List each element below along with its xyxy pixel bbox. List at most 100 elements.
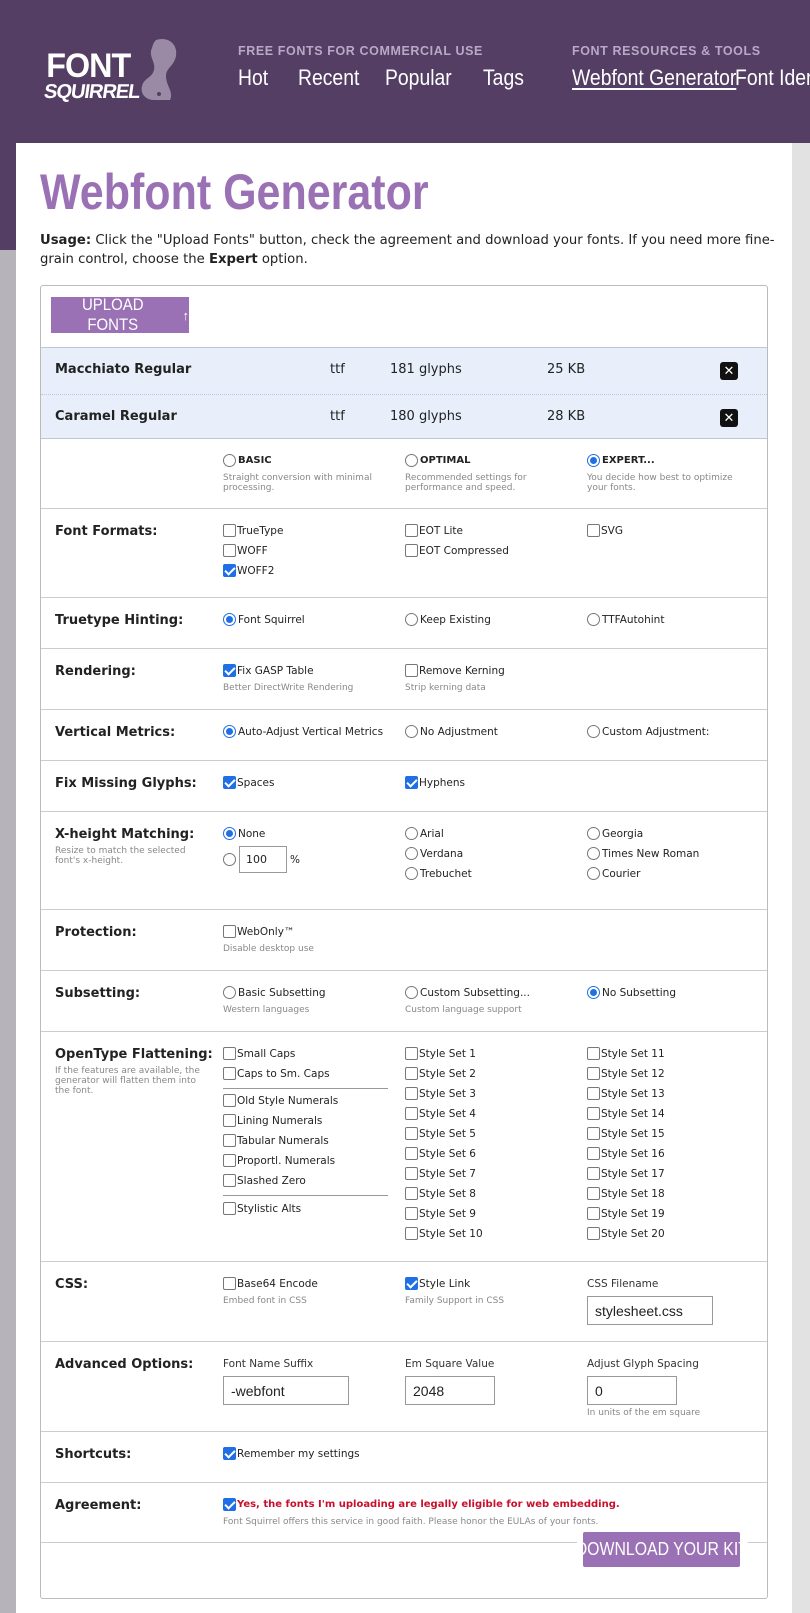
glyph-spacing-input[interactable]: 0 [587,1376,677,1405]
nav-link-popular[interactable]: Popular [385,65,452,91]
proportional-numerals-checkbox[interactable]: Proportl. Numerals [223,1154,335,1167]
spaces-checkbox[interactable]: Spaces [223,776,274,789]
divider [223,1088,388,1089]
nav-link-hot[interactable]: Hot [238,65,268,91]
opentype-flattening-row: OpenType Flattening: If the features are… [41,1032,767,1262]
style-set-checkbox[interactable]: Style Set 15 [587,1127,665,1140]
style-set-checkbox[interactable]: Style Set 17 [587,1167,665,1180]
stylistic-alts-checkbox[interactable]: Stylistic Alts [223,1202,301,1215]
style-set-checkbox[interactable]: Style Set 12 [587,1067,665,1080]
font-squirrel-logo[interactable]: FONT SQUIRREL [42,34,177,106]
format-svg-checkbox[interactable]: SVG [587,524,623,537]
format-truetype-checkbox[interactable]: TrueType [223,524,283,537]
xheight-value-input[interactable]: 100 [239,846,287,873]
radio-button[interactable] [587,454,600,467]
xheight-courier-radio[interactable]: Courier [587,867,640,880]
nav-link-webfont-generator[interactable]: Webfont Generator [572,65,736,91]
custom-subsetting-radio[interactable]: Custom Subsetting... [405,986,530,999]
style-set-checkbox[interactable]: Style Set 6 [405,1147,476,1160]
xheight-none-radio[interactable]: None [223,827,265,840]
xheight-georgia-radio[interactable]: Georgia [587,827,643,840]
nav-link-tags[interactable]: Tags [483,65,524,91]
remember-settings-checkbox[interactable]: Remember my settings [223,1447,360,1460]
small-caps-checkbox[interactable]: Small Caps [223,1047,295,1060]
style-set-checkbox[interactable]: Style Set 9 [405,1207,476,1220]
custom-adjustment-radio[interactable]: Custom Adjustment: [587,725,709,738]
css-row: CSS: Base64 Encode Embed font in CSS Sty… [41,1262,767,1342]
format-woff-checkbox[interactable]: WOFF [223,544,268,557]
generator-panel: UPLOAD FONTS ↑ Macchiato Regular ttf 181… [40,285,768,1599]
no-subsetting-radio[interactable]: No Subsetting [587,986,676,999]
agreement-label: Agreement: [55,1498,142,1513]
agreement-checkbox[interactable]: Yes, the fonts I'm uploading are legally… [223,1498,620,1511]
font-name-suffix-input[interactable]: -webfont [223,1376,349,1405]
tools-nav: FONT RESOURCES & TOOLS Webfont Generator… [572,44,810,91]
no-adjustment-radio[interactable]: No Adjustment [405,725,498,738]
remove-file-icon[interactable]: ✕ [720,409,738,427]
nav-link-recent[interactable]: Recent [298,65,359,91]
em-square-input[interactable]: 2048 [405,1376,495,1405]
x-height-label: X-height Matching: [55,827,195,842]
nav-link-font-identifier[interactable]: Font Identifier [735,65,810,91]
style-set-checkbox[interactable]: Style Set 10 [405,1227,483,1240]
style-set-checkbox[interactable]: Style Set 1 [405,1047,476,1060]
upload-fonts-button[interactable]: UPLOAD FONTS ↑ [51,295,189,334]
tabular-numerals-checkbox[interactable]: Tabular Numerals [223,1134,329,1147]
hinting-ttfautohint-radio[interactable]: TTFAutohint [587,613,664,626]
mode-basic-radio[interactable]: BASIC [223,454,272,467]
mode-expert-radio[interactable]: EXPERT... [587,454,655,467]
style-set-checkbox[interactable]: Style Set 3 [405,1087,476,1100]
free-fonts-nav: FREE FONTS FOR COMMERCIAL USE Hot Recent… [238,44,527,91]
style-set-checkbox[interactable]: Style Set 13 [587,1087,665,1100]
xheight-custom-radio[interactable] [223,853,236,866]
old-style-numerals-checkbox[interactable]: Old Style Numerals [223,1094,338,1107]
file-glyph-count: 181 glyphs [390,362,462,377]
hyphens-checkbox[interactable]: Hyphens [405,776,465,789]
hinting-font-squirrel-radio[interactable]: Font Squirrel [223,613,305,626]
basic-subsetting-radio[interactable]: Basic Subsetting [223,986,326,999]
xheight-arial-radio[interactable]: Arial [405,827,444,840]
css-filename-input[interactable]: stylesheet.css [587,1296,713,1325]
style-set-checkbox[interactable]: Style Set 8 [405,1187,476,1200]
auto-adjust-radio[interactable]: Auto-Adjust Vertical Metrics [223,725,383,738]
mode-optimal-radio[interactable]: OPTIMAL [405,454,470,467]
radio-button[interactable] [223,454,236,467]
style-set-checkbox[interactable]: Style Set 20 [587,1227,665,1240]
format-woff2-checkbox[interactable]: WOFF2 [223,564,274,577]
percent-unit: % [290,853,300,866]
style-set-checkbox[interactable]: Style Set 2 [405,1067,476,1080]
style-set-checkbox[interactable]: Style Set 5 [405,1127,476,1140]
radio-button[interactable] [405,454,418,467]
basic-subsetting-hint: Western languages [223,1005,310,1015]
advanced-options-label: Advanced Options: [55,1357,194,1372]
style-set-checkbox[interactable]: Style Set 4 [405,1107,476,1120]
fix-gasp-checkbox[interactable]: Fix GASP Table [223,664,314,677]
xheight-times-radio[interactable]: Times New Roman [587,847,699,860]
style-set-checkbox[interactable]: Style Set 18 [587,1187,665,1200]
style-set-checkbox[interactable]: Style Set 19 [587,1207,665,1220]
remove-kerning-checkbox[interactable]: Remove Kerning [405,664,505,677]
style-set-checkbox[interactable]: Style Set 11 [587,1047,665,1060]
usage-text: Usage: Click the "Upload Fonts" button, … [40,233,775,267]
slashed-zero-checkbox[interactable]: Slashed Zero [223,1174,306,1187]
xheight-trebuchet-radio[interactable]: Trebuchet [405,867,472,880]
caps-to-small-caps-checkbox[interactable]: Caps to Sm. Caps [223,1067,330,1080]
format-eot-lite-checkbox[interactable]: EOT Lite [405,524,463,537]
file-type: ttf [330,409,345,424]
lining-numerals-checkbox[interactable]: Lining Numerals [223,1114,322,1127]
format-eot-compressed-checkbox[interactable]: EOT Compressed [405,544,509,557]
xheight-verdana-radio[interactable]: Verdana [405,847,463,860]
base64-checkbox[interactable]: Base64 Encode [223,1277,318,1290]
download-kit-button[interactable]: DOWNLOAD YOUR KIT [575,1532,748,1567]
style-set-checkbox[interactable]: Style Set 14 [587,1107,665,1120]
fix-gasp-hint: Better DirectWrite Rendering [223,683,354,693]
hinting-keep-existing-radio[interactable]: Keep Existing [405,613,491,626]
style-link-checkbox[interactable]: Style Link [405,1277,470,1290]
webonly-hint: Disable desktop use [223,944,314,954]
remove-file-icon[interactable]: ✕ [720,362,738,380]
rendering-row: Rendering: Fix GASP Table Better DirectW… [41,649,767,710]
style-set-checkbox[interactable]: Style Set 7 [405,1167,476,1180]
webonly-checkbox[interactable]: WebOnly™ [223,925,294,938]
style-set-checkbox[interactable]: Style Set 16 [587,1147,665,1160]
free-fonts-caption: FREE FONTS FOR COMMERCIAL USE [238,44,483,58]
